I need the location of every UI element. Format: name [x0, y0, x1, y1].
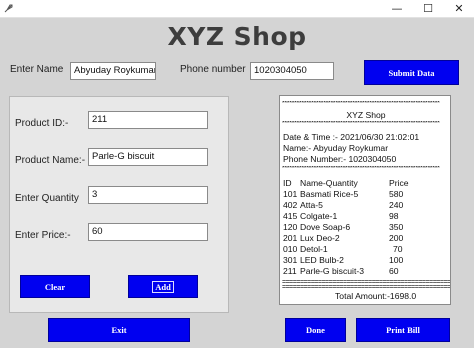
bill-stars-separator: ****************************************… [282, 121, 440, 127]
phone-number-input[interactable]: 1020304050 [250, 62, 334, 80]
add-button[interactable]: Add [128, 275, 198, 298]
exit-label: Exit [111, 325, 127, 335]
item-price: 240 [389, 200, 404, 210]
item-name-qty: Dove Soap-6 [300, 222, 351, 232]
bill-item-row: 415 Colgate-1 98 [280, 211, 450, 221]
col-name-qty-header: Name-Quantity [300, 178, 358, 188]
item-id: 101 [283, 189, 298, 199]
item-name-qty: Lux Deo-2 [300, 233, 340, 243]
submit-data-label: Submit Data [388, 67, 435, 78]
bill-item-row: 101 Basmati Rice-5 580 [280, 189, 450, 199]
item-id: 402 [283, 200, 298, 210]
item-price: 200 [389, 233, 404, 243]
item-id: 201 [283, 233, 298, 243]
done-label: Done [306, 325, 325, 335]
name-label: Enter Name [10, 64, 64, 75]
price-input[interactable]: 60 [88, 223, 208, 241]
bill-total: Total Amount:-1698.0 [335, 291, 417, 301]
phone-label: Phone number [180, 64, 246, 75]
col-price-header: Price [389, 178, 409, 188]
bill-receipt: ****************************************… [279, 95, 451, 305]
quantity-label: Enter Quantity [15, 193, 79, 204]
bill-item-row: 402 Atta-5 240 [280, 200, 450, 210]
item-name-qty: LED Bulb-2 [300, 255, 344, 265]
item-price: 580 [389, 189, 404, 199]
bill-phone-number: Phone Number:- 1020304050 [283, 154, 397, 164]
shop-title: XYZ Shop [167, 22, 307, 51]
item-name-qty: Basmati Rice-5 [300, 189, 359, 199]
app-feather-icon [4, 3, 14, 13]
item-id: 120 [283, 222, 298, 232]
product-id-label: Product ID:- [15, 118, 69, 129]
bill-column-headers: ID Name-Quantity Price [280, 178, 450, 188]
window-title-bar: — ☐ ✕ [0, 0, 474, 18]
minimize-button[interactable]: — [382, 0, 412, 17]
bill-stars-header: ****************************************… [282, 166, 440, 172]
item-price: 98 [389, 211, 399, 221]
bill-item-row: 120 Dove Soap-6 350 [280, 222, 450, 232]
item-name-qty: Parle-G biscuit-3 [300, 266, 364, 276]
item-price: 60 [389, 266, 399, 276]
product-name-label: Product Name:- [15, 155, 86, 166]
item-price: 70 [393, 244, 403, 254]
bill-item-row: 201 Lux Deo-2 200 [280, 233, 450, 243]
customer-name-input[interactable]: Abyuday Roykumar [70, 62, 156, 80]
quantity-input[interactable]: 3 [88, 186, 208, 204]
bill-stars-top: ****************************************… [282, 101, 440, 107]
item-id: 211 [283, 266, 297, 276]
bill-item-row: 301 LED Bulb-2 100 [280, 255, 450, 265]
item-id: 301 [283, 255, 298, 265]
done-button[interactable]: Done [285, 318, 346, 342]
bill-datetime: Date & Time :- 2021/06/30 21:02:01 [283, 132, 420, 142]
clear-label: Clear [44, 281, 66, 292]
item-name-qty: Colgate-1 [300, 211, 338, 221]
item-price: 100 [389, 255, 404, 265]
item-id: 010 [283, 244, 298, 254]
exit-button[interactable]: Exit [48, 318, 190, 342]
bill-customer-name: Name:- Abyuday Roykumar [283, 143, 389, 153]
submit-data-button[interactable]: Submit Data [364, 60, 459, 85]
col-id-header: ID [283, 178, 292, 188]
item-id: 415 [283, 211, 298, 221]
add-label: Add [152, 280, 174, 293]
bill-shop-name: XYZ Shop [346, 110, 386, 120]
maximize-button[interactable]: ☐ [413, 0, 443, 17]
item-name-qty: Atta-5 [300, 200, 323, 210]
price-label: Enter Price:- [15, 230, 71, 241]
close-button[interactable]: ✕ [444, 0, 474, 17]
clear-button[interactable]: Clear [20, 275, 90, 298]
item-name-qty: Detol-1 [300, 244, 328, 254]
product-name-input[interactable]: Parle-G biscuit [88, 148, 208, 166]
bill-item-row: 211 Parle-G biscuit-3 60 [280, 266, 450, 276]
item-price: 350 [389, 222, 404, 232]
bill-item-row: 010 Detol-1 70 [280, 244, 450, 254]
product-id-input[interactable]: 211 [88, 111, 208, 129]
print-bill-button[interactable]: Print Bill [356, 318, 450, 342]
print-bill-label: Print Bill [386, 325, 420, 335]
